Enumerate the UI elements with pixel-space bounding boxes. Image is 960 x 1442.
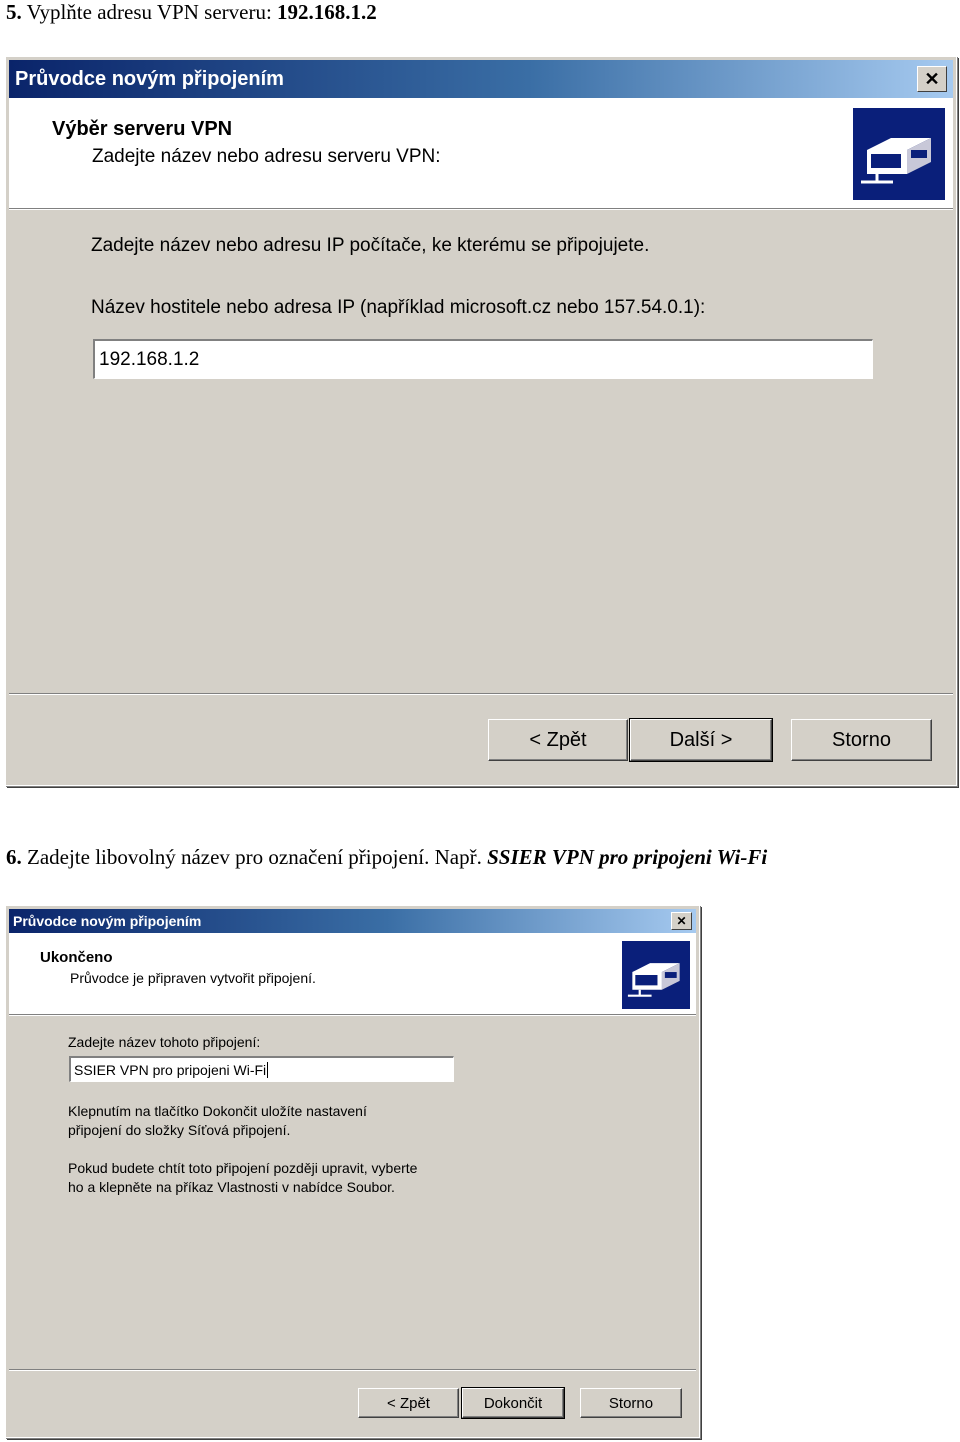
finish-button-label: Dokončit: [483, 1394, 543, 1412]
back-button[interactable]: < Zpět: [358, 1388, 459, 1418]
title-bar: Průvodce novým připojením ✕: [9, 60, 953, 98]
header-title: Ukončeno: [40, 949, 113, 966]
back-button-label: < Zpět: [387, 1394, 430, 1412]
button-separator: [9, 693, 953, 695]
connection-name-input[interactable]: SSIER VPN pro pripojeni Wi-Fi: [68, 1055, 455, 1083]
connection-name-value: SSIER VPN pro pripojeni Wi-Fi: [74, 1061, 267, 1078]
host-address-input[interactable]: 192.168.1.2: [92, 338, 874, 380]
connection-name-dialog: Průvodce novým připojením ✕ Ukončeno Prů…: [5, 905, 700, 1438]
window-title: Průvodce novým připojením: [13, 913, 202, 929]
edit-info-line-2: ho a klepněte na příkaz Vlastnosti v nab…: [68, 1179, 395, 1195]
vpn-server-dialog: Průvodce novým připojením ✕ Výběr server…: [5, 56, 957, 786]
close-icon: ✕: [924, 69, 940, 89]
step-6-heading: 6. Zadejte libovolný název pro označení …: [6, 845, 767, 870]
step-5-number: 5.: [6, 0, 22, 24]
wizard-header: Ukončeno Průvodce je připraven vytvořit …: [9, 933, 696, 1016]
close-icon: ✕: [676, 914, 687, 928]
step-5-text: Vyplňte adresu VPN serveru:: [26, 0, 272, 24]
header-title: Výběr serveru VPN: [52, 118, 233, 140]
cancel-button[interactable]: Storno: [580, 1388, 682, 1418]
header-subtitle: Průvodce je připraven vytvořit připojení…: [70, 970, 316, 986]
next-button[interactable]: Další >: [629, 718, 773, 762]
host-address-value: 192.168.1.2: [99, 348, 200, 370]
header-subtitle: Zadejte název nebo adresu serveru VPN:: [92, 146, 441, 167]
network-connection-icon: [622, 941, 690, 1009]
wizard-header: Výběr serveru VPN Zadejte název nebo adr…: [9, 98, 953, 210]
step-6-text: Zadejte libovolný název pro označení při…: [27, 845, 482, 869]
next-button-label: Další >: [669, 728, 733, 751]
close-button[interactable]: ✕: [917, 66, 947, 92]
step-5-value: 192.168.1.2: [277, 0, 377, 24]
window-title: Průvodce novým připojením: [15, 67, 284, 90]
close-button[interactable]: ✕: [671, 912, 692, 930]
cancel-button[interactable]: Storno: [791, 719, 932, 761]
name-field-label: Zadejte název tohoto připojení:: [68, 1034, 261, 1050]
step-5-heading: 5. Vyplňte adresu VPN serveru: 192.168.1…: [6, 0, 377, 25]
back-button-label: < Zpět: [529, 728, 587, 751]
finish-info-line-2: připojení do složky Síťová připojení.: [68, 1122, 291, 1138]
network-connection-icon: [853, 108, 945, 200]
text-cursor: [267, 1061, 269, 1078]
instruction-text: Zadejte název nebo adresu IP počítače, k…: [91, 235, 650, 256]
cancel-button-label: Storno: [832, 728, 891, 751]
finish-button[interactable]: Dokončit: [461, 1387, 565, 1419]
step-6-example: SSIER VPN pro pripojeni Wi-Fi: [487, 845, 768, 869]
host-field-label: Název hostitele nebo adresa IP (napříkla…: [91, 297, 706, 318]
back-button[interactable]: < Zpět: [488, 719, 628, 761]
step-6-number: 6.: [6, 845, 22, 869]
finish-info-line-1: Klepnutím na tlačítko Dokončit uložíte n…: [68, 1103, 367, 1119]
title-bar: Průvodce novým připojením ✕: [9, 909, 696, 933]
button-separator: [9, 1369, 696, 1371]
cancel-button-label: Storno: [608, 1394, 654, 1412]
edit-info-line-1: Pokud budete chtít toto připojení pozděj…: [68, 1160, 418, 1176]
